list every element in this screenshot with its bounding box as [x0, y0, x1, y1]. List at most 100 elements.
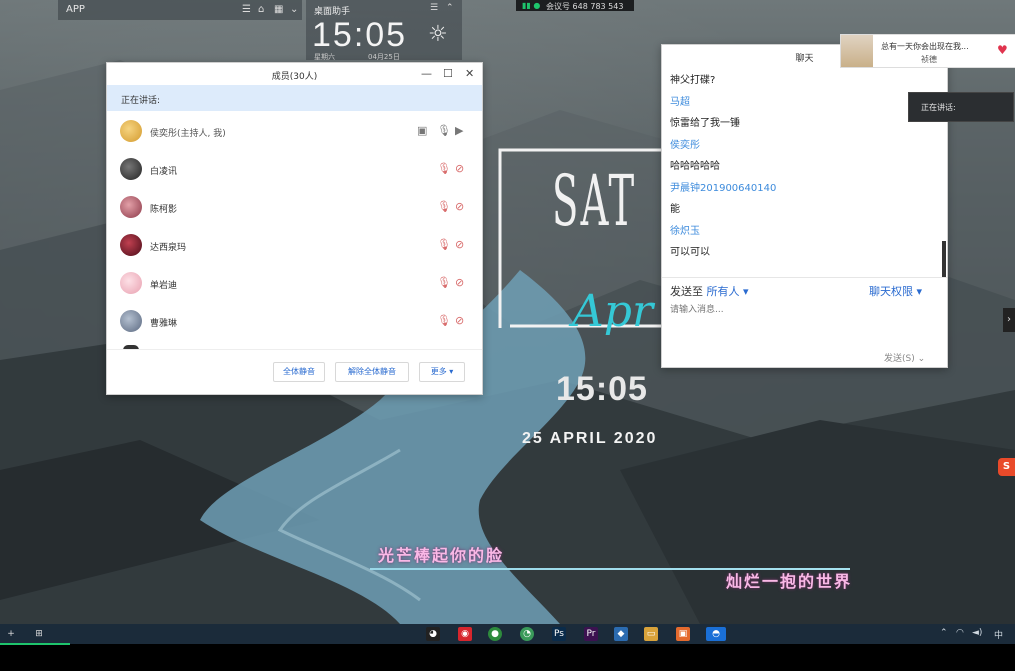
mute-all-button[interactable]: 全体静音 — [273, 362, 325, 382]
member-row[interactable]: 侯奕彤(主持人, 我) ▣ 🎙 ▶ — [107, 113, 482, 151]
chat-permission-button[interactable]: 聊天权限 ▾ — [869, 283, 922, 299]
member-name: 白凌讯 — [150, 167, 178, 177]
input-method-icon[interactable]: 中 — [994, 628, 1003, 641]
microphone-muted-icon[interactable]: 🎙 — [437, 314, 451, 327]
chrome-icon[interactable]: ● — [488, 627, 502, 641]
meeting-id-text: 会议号 648 783 543 — [546, 2, 624, 11]
meeting-id-bar[interactable]: ▮▮ ● 会议号 648 783 543 — [516, 0, 634, 11]
folder-icon[interactable]: ▭ — [644, 627, 658, 641]
windows-icon[interactable]: ⊞ — [32, 627, 46, 641]
bottom-bezel — [0, 645, 1015, 671]
camera-off-icon[interactable]: ⊘ — [455, 276, 464, 289]
send-to-label: 发送至 — [670, 285, 703, 298]
chevron-up-icon[interactable]: ⌃ — [940, 628, 948, 638]
list-icon[interactable]: ☰ — [242, 4, 251, 15]
member-row[interactable]: 白凌讯 🎙 ⊘ — [107, 151, 482, 189]
app-launcher-bar[interactable]: APP ☰ ⌂ ▦ ⌄ — [58, 0, 302, 20]
members-titlebar[interactable]: 成员(30人) — ☐ ✕ — [107, 63, 482, 85]
chevron-right-icon[interactable]: › — [1003, 308, 1015, 332]
chat-input[interactable] — [668, 299, 942, 321]
close-icon[interactable]: ✕ — [465, 67, 474, 80]
chat-scrollbar[interactable] — [942, 241, 946, 277]
desktop-lyric-line-1: 光芒棒起你的脸 — [378, 546, 505, 565]
member-name: 曹雅琳 — [150, 319, 178, 329]
heart-icon[interactable]: ♥ — [997, 43, 1008, 57]
desktop-clock-widget: 桌面助手 ☰ ⌃ 15:05 ☼ 星期六 04月25日 — [306, 0, 462, 61]
send-button[interactable]: 发送(S) ⌄ — [884, 351, 925, 364]
chat-message-body: 可以可以 — [670, 247, 710, 258]
maximize-icon[interactable]: ☐ — [443, 67, 453, 80]
member-row[interactable]: 达西泉玛 🎙 ⊘ — [107, 227, 482, 265]
grid-icon[interactable]: ▦ — [274, 4, 283, 15]
chat-sender-name[interactable]: 马超 — [670, 93, 690, 108]
member-row[interactable]: 陈柯影 🎙 ⊘ — [107, 189, 482, 227]
chat-divider — [662, 277, 947, 278]
taskbar: + ⊞ ◕ ◉ ● ◔ Ps Pr ◆ ▭ ▣ ◓ ⌃ ◠ ◄) 中 — [0, 624, 1015, 644]
image-viewer-icon[interactable]: ▣ — [676, 627, 690, 641]
minimize-icon[interactable]: — — [421, 67, 432, 80]
wallpaper-date: 25 APRIL 2020 — [522, 430, 658, 447]
chat-message-body: 惊雷给了我一锤 — [670, 118, 740, 129]
wallpaper-logo-main: SAT — [552, 160, 637, 242]
microphone-muted-icon[interactable]: 🎙 — [437, 276, 451, 289]
camera-off-icon[interactable]: ⊘ — [455, 314, 464, 327]
signal-icon: ▮▮ ● — [522, 1, 541, 10]
volume-icon[interactable]: ◄) — [972, 628, 982, 638]
member-name: 侯奕彤(主持人, 我) — [150, 129, 226, 139]
member-row[interactable]: 单岩迪 🎙 ⊘ — [107, 265, 482, 303]
avatar — [120, 196, 142, 218]
camera-off-icon[interactable]: ⊘ — [455, 238, 464, 251]
send-to-selector[interactable]: 发送至 所有人 ▾ — [670, 283, 749, 299]
screen-share-icon[interactable]: ▣ — [417, 124, 427, 137]
chat-sender-name[interactable]: 侯奕彤 — [670, 136, 700, 151]
camera-off-icon[interactable]: ⊘ — [455, 162, 464, 175]
member-name: 单岩迪 — [150, 281, 178, 291]
camera-off-icon[interactable]: ⊘ — [455, 200, 464, 213]
sun-icon: ☼ — [428, 22, 448, 47]
microphone-muted-icon[interactable]: 🎙 — [437, 200, 451, 213]
more-button[interactable]: 更多 ▾ — [419, 362, 465, 382]
premiere-icon[interactable]: Pr — [584, 627, 598, 641]
avatar — [120, 234, 142, 256]
song-artist: 祯德 — [921, 55, 937, 64]
chat-message-body: 神父打碟? — [670, 75, 716, 86]
unmute-all-button[interactable]: 解除全体静音 — [335, 362, 409, 382]
tencent-meeting-icon[interactable]: ◓ — [706, 627, 726, 641]
sogou-icon[interactable]: S — [998, 458, 1015, 476]
avatar — [120, 120, 142, 142]
paint-icon[interactable]: ◆ — [614, 627, 628, 641]
wifi-icon[interactable]: ◠ — [956, 628, 964, 638]
app-bar-label: APP — [66, 4, 85, 15]
menu-icon[interactable]: ☰ — [430, 3, 438, 13]
lock-icon[interactable]: ⌂ — [258, 4, 264, 15]
chat-sender-name[interactable]: 徐炽玉 — [670, 222, 700, 237]
member-name: 陈柯影 — [150, 205, 178, 215]
avatar — [120, 272, 142, 294]
chevron-down-icon[interactable]: ⌄ — [290, 4, 298, 15]
microphone-icon[interactable]: 🎙 — [437, 124, 451, 137]
speaking-bar: 正在讲话: — [107, 85, 482, 111]
chat-message-list[interactable]: 神父打碟? 马超 惊雷给了我一锤 侯奕彤 哈哈哈哈哈 尹晨钟2019006401… — [662, 67, 942, 277]
microphone-muted-icon[interactable]: 🎙 — [437, 238, 451, 251]
wallpaper-time: 15:05 — [556, 370, 648, 408]
send-to-target[interactable]: 所有人 ▾ — [707, 285, 749, 298]
photoshop-icon[interactable]: Ps — [552, 627, 566, 641]
clock-widget-time: 15:05 — [312, 16, 408, 54]
microphone-muted-icon[interactable]: 🎙 — [437, 162, 451, 175]
wechat-icon[interactable]: ◔ — [520, 627, 534, 641]
chat-sender-name[interactable]: 尹晨钟201900640140 — [670, 179, 776, 194]
member-row[interactable]: 曹雅琳 🎙 ⊘ — [107, 303, 482, 341]
netease-music-icon[interactable]: ◉ — [458, 627, 472, 641]
song-title: 总有一天你会出现在我... — [881, 42, 969, 51]
speaking-indicator: 正在讲话: — [908, 92, 1014, 122]
member-name: 达西泉玛 — [150, 243, 187, 253]
avatar — [120, 158, 142, 180]
qq-icon[interactable]: ◕ — [426, 627, 440, 641]
music-notification[interactable]: 总有一天你会出现在我... 祯德 ♥ — [840, 34, 1015, 68]
wallpaper-logo-script: Apr — [572, 286, 653, 337]
chevron-up-icon[interactable]: ⌃ — [446, 3, 454, 13]
chat-message-body: 能 — [670, 204, 680, 215]
add-icon[interactable]: + — [4, 627, 18, 641]
chat-window: 聊天 神父打碟? 马超 惊雷给了我一锤 侯奕彤 哈哈哈哈哈 尹晨钟2019006… — [661, 44, 948, 368]
camera-icon[interactable]: ▶ — [455, 124, 463, 137]
